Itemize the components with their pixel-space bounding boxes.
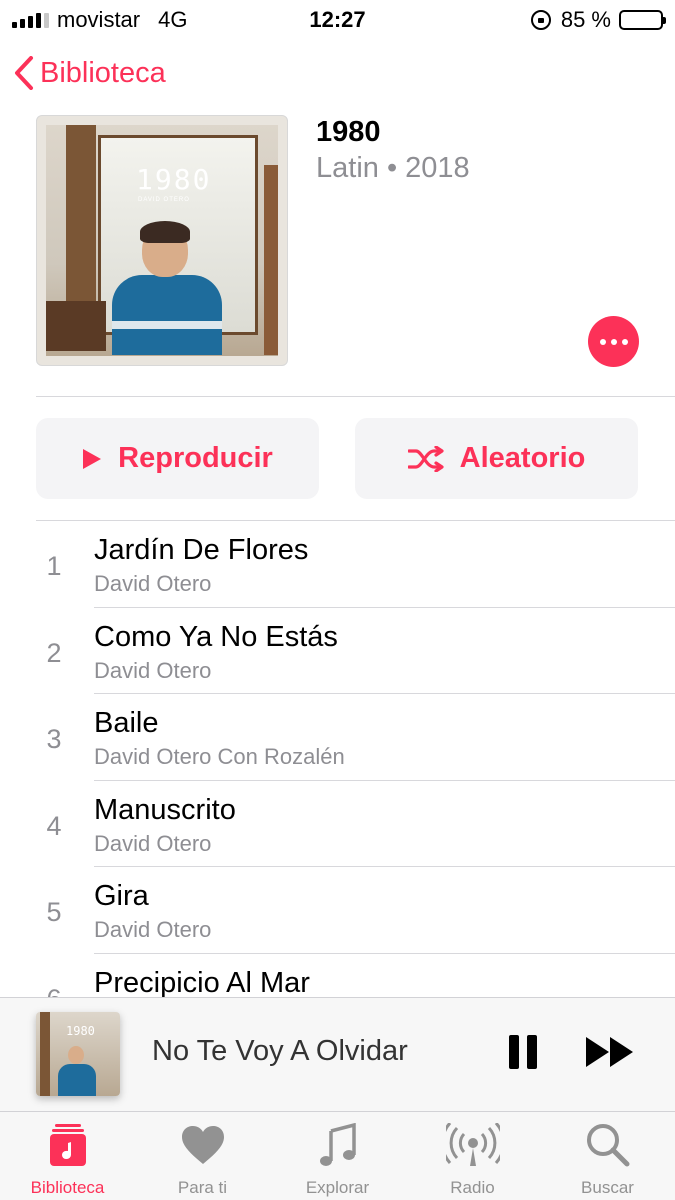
mini-artwork-title-text: 1980 (66, 1024, 95, 1038)
track-number: 6 (36, 984, 72, 998)
artwork-door-frame (40, 1012, 50, 1096)
artwork-child-hair (140, 221, 190, 243)
artwork-artist-text: DAVID OTERO (138, 197, 190, 203)
track-row[interactable]: 2 Como Ya No Estás David Otero (0, 608, 675, 694)
rotation-lock-icon (530, 10, 551, 30)
track-number: 4 (46, 810, 62, 841)
tab-browse[interactable]: Explorar (270, 1112, 405, 1200)
battery-percent: 85 % (560, 7, 611, 32)
pause-button[interactable] (509, 1035, 537, 1069)
mini-player-artwork[interactable]: 1980 (36, 1012, 120, 1096)
track-title: Baile (94, 707, 159, 739)
now-playing-title[interactable]: No Te Voy A Olvidar (152, 1035, 408, 1068)
shuffle-icon (407, 445, 444, 472)
track-title: Como Ya No Estás (94, 620, 338, 653)
battery-icon (619, 10, 666, 30)
more-dot (610, 338, 617, 345)
track-list: 1 Jardín De Flores David Otero 2 Como Ya… (0, 521, 675, 997)
track-title: Manuscrito (94, 793, 236, 826)
shuffle-label: Aleatorio (459, 442, 586, 474)
track-title: Jardín De Flores (94, 534, 309, 566)
artwork-child-face (68, 1046, 84, 1064)
pause-bar (527, 1035, 537, 1069)
tab-radio-label: Radio (450, 1178, 495, 1197)
track-title: Gira (94, 880, 149, 912)
track-artist: David Otero (94, 657, 212, 683)
artwork-wall (264, 165, 278, 355)
chevron-left-icon (15, 56, 33, 90)
album-artwork[interactable]: 1980 DAVID OTERO (36, 115, 288, 366)
back-button[interactable]: Biblioteca (14, 56, 166, 90)
tab-bar: Biblioteca Para ti Explorar Radio Buscar (0, 1111, 675, 1200)
more-dot (621, 338, 628, 345)
track-row[interactable]: 3 Baile David Otero Con Rozalén (0, 694, 675, 781)
tab-for-you[interactable]: Para ti (135, 1112, 270, 1200)
track-row[interactable]: 4 Manuscrito David Otero (0, 781, 675, 867)
album-title: 1980 (316, 116, 381, 148)
artwork-table (46, 301, 106, 351)
fast-forward-button[interactable] (585, 1036, 635, 1068)
track-artist: David Otero (94, 917, 212, 942)
play-button[interactable]: Reproducir (36, 418, 319, 499)
tab-search[interactable]: Buscar (540, 1112, 675, 1200)
track-artist: David Otero (94, 571, 212, 596)
pause-bar (509, 1035, 519, 1069)
heart-icon (181, 1126, 224, 1164)
track-number: 3 (46, 724, 62, 754)
track-row[interactable]: 6 Precipicio Al Mar (0, 954, 675, 998)
track-artist: David Otero (94, 830, 212, 856)
artwork-title-text: 1980 (136, 163, 212, 196)
divider (36, 396, 675, 397)
track-artist: David Otero Con Rozalén (94, 744, 345, 769)
play-icon (83, 448, 102, 469)
tab-browse-label: Explorar (305, 1178, 370, 1197)
tab-library-label: Biblioteca (30, 1178, 105, 1197)
back-label: Biblioteca (40, 56, 166, 89)
play-label: Reproducir (118, 442, 273, 474)
album-genre-year: Latin • 2018 (316, 152, 470, 184)
track-title: Precipicio Al Mar (94, 966, 310, 998)
status-right: 85 % (530, 7, 666, 33)
track-row[interactable]: 5 Gira David Otero (0, 867, 675, 954)
more-options-button[interactable] (588, 316, 639, 367)
artwork-child-sweater (112, 275, 222, 355)
track-row[interactable]: 1 Jardín De Flores David Otero (0, 521, 675, 608)
library-icon (49, 1124, 86, 1166)
status-bar: movistar 4G 12:27 85 % (0, 0, 675, 38)
artwork-child-sweater (58, 1064, 96, 1096)
tab-library[interactable]: Biblioteca (0, 1112, 135, 1200)
radio-icon (445, 1123, 500, 1166)
mini-player[interactable]: 1980 No Te Voy A Olvidar (0, 997, 675, 1111)
tab-for-you-label: Para ti (177, 1178, 228, 1197)
tab-search-label: Buscar (581, 1178, 634, 1197)
tab-radio[interactable]: Radio (405, 1112, 540, 1200)
track-number: 2 (46, 637, 62, 668)
music-note-icon (319, 1123, 356, 1166)
shuffle-button[interactable]: Aleatorio (355, 418, 638, 499)
track-number: 5 (46, 897, 62, 927)
artwork-sweater-stripe (112, 321, 222, 329)
search-icon (586, 1124, 629, 1167)
more-dot (599, 338, 606, 345)
album-artwork-image: 1980 DAVID OTERO (46, 125, 278, 356)
track-number: 1 (46, 551, 62, 581)
